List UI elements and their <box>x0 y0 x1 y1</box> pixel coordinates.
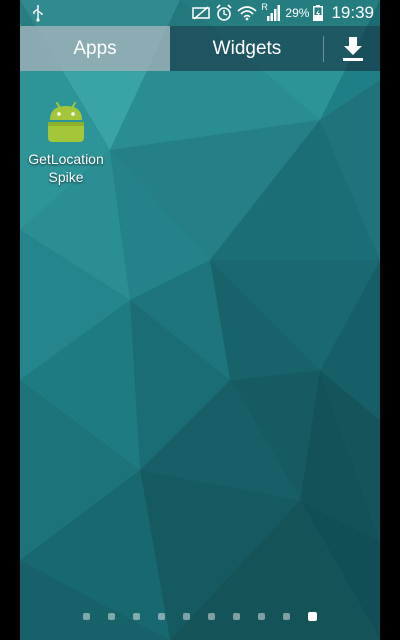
download-button[interactable] <box>325 26 380 71</box>
app-icon-getlocationspike[interactable]: GetLocationSpike <box>22 100 110 186</box>
status-icons: R 29% 19:39 <box>191 0 374 26</box>
tab-bar: Apps Widgets <box>20 26 380 71</box>
page-dot[interactable] <box>258 612 265 620</box>
mute-icon <box>192 6 211 20</box>
app-label: GetLocationSpike <box>28 151 104 185</box>
roaming-signal-icon: R <box>261 2 281 22</box>
status-bar: R 29% 19:39 <box>20 0 380 26</box>
battery-percent: 29% <box>285 6 310 20</box>
page-dot[interactable] <box>133 612 140 620</box>
page-dot[interactable] <box>83 612 90 620</box>
page-dot[interactable] <box>183 612 190 620</box>
usb-icon <box>33 5 43 22</box>
wifi-icon <box>237 6 257 21</box>
tab-divider <box>323 36 324 62</box>
tab-widgets[interactable]: Widgets <box>172 26 322 71</box>
page-indicator <box>20 611 380 621</box>
tab-widgets-label: Widgets <box>212 37 282 59</box>
clock: 19:39 <box>331 3 374 22</box>
tab-apps[interactable]: Apps <box>20 26 170 71</box>
battery-icon <box>313 5 324 21</box>
page-dot[interactable] <box>283 612 290 620</box>
home-screen: R 29% 19:39 Apps Widgets GetLocationSpik… <box>20 0 380 640</box>
page-dot[interactable] <box>233 612 240 620</box>
android-icon <box>48 102 84 142</box>
wallpaper <box>20 0 380 640</box>
page-dot[interactable] <box>208 612 215 620</box>
page-dot[interactable] <box>108 612 115 620</box>
page-dot[interactable] <box>158 612 165 620</box>
tab-apps-label: Apps <box>73 37 117 59</box>
alarm-icon <box>216 4 232 21</box>
download-icon <box>342 36 363 61</box>
page-dot-active[interactable] <box>308 611 317 621</box>
